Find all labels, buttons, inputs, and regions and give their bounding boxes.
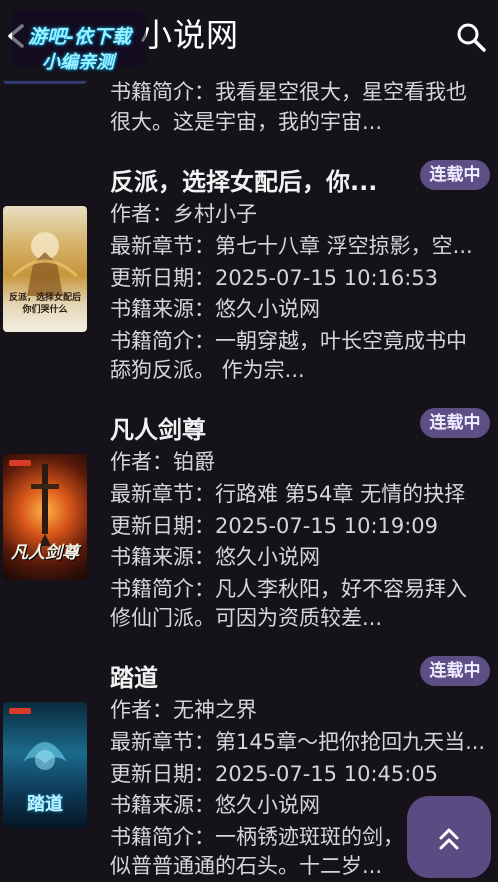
list-item[interactable]: 凡人剑尊 凡人剑尊 连载中 作者：铂爵 最新章节：行路难 第54章 无情的抉择 … bbox=[0, 398, 498, 646]
search-icon bbox=[457, 23, 486, 52]
book-title[interactable]: 反派，选择女配后，你... bbox=[110, 162, 377, 197]
top-app-bar: 小说网 游吧-依下载 小编亲测 bbox=[0, 0, 498, 80]
book-intro: 修仙门派。可因为资质较差... bbox=[110, 606, 383, 630]
book-intro: 舔狗反派。 作为宗... bbox=[110, 358, 305, 382]
book-updated: 更新日期：2025-07-15 10:19:09 bbox=[110, 514, 439, 538]
book-intro: 似普普通通的石头。十二岁... bbox=[110, 854, 383, 878]
book-cover[interactable]: 反派，选择女配后你们哭什么 bbox=[3, 206, 87, 332]
book-latest-chapter: 最新章节：第145章～把你抢回九天当... bbox=[110, 730, 486, 754]
search-button[interactable] bbox=[454, 20, 488, 54]
book-latest-chapter: 最新章节：行路难 第54章 无情的抉择 bbox=[110, 482, 466, 506]
double-chevron-up-icon bbox=[439, 828, 459, 850]
book-title[interactable]: 踏道 bbox=[110, 658, 158, 693]
scroll-top-button[interactable] bbox=[407, 796, 491, 878]
book-updated: 更新日期：2025-07-15 10:16:53 bbox=[110, 266, 439, 290]
cover-title: 反派，选择女配后你们哭什么 bbox=[8, 293, 81, 315]
cover-title: 凡人剑尊 bbox=[11, 543, 79, 563]
book-intro: 书籍简介：一柄锈迹斑斑的剑， bbox=[110, 825, 404, 849]
book-updated: 更新日期：2025-07-15 10:45:05 bbox=[110, 762, 439, 786]
book-source: 书籍来源：悠久小说网 bbox=[110, 793, 320, 817]
book-source: 书籍来源：悠久小说网 bbox=[110, 297, 320, 321]
status-badge: 连载中 bbox=[420, 160, 490, 190]
watermark-logo: 游吧-依下载 小编亲测 bbox=[12, 10, 146, 73]
book-intro: 很大。这是宇宙，我的宇宙... bbox=[110, 110, 383, 134]
book-intro: 书籍简介：凡人李秋阳，好不容易拜入 bbox=[110, 577, 467, 601]
watermark-text: 游吧-依下载 bbox=[28, 26, 131, 48]
book-author: 作者：铂爵 bbox=[110, 450, 215, 474]
book-author: 作者：乡村小子 bbox=[110, 202, 257, 226]
book-intro: 书籍简介：一朝穿越，叶长空竟成书中 bbox=[110, 329, 467, 353]
book-intro: 书籍简介：我看星空很大，星空看我也 bbox=[110, 80, 467, 104]
book-title[interactable]: 凡人剑尊 bbox=[110, 410, 206, 445]
list-item[interactable]: 反派，选择女配后你们哭什么 反派，选择女配后，你... 连载中 作者：乡村小子 … bbox=[0, 150, 498, 398]
book-cover[interactable]: 踏道 bbox=[3, 702, 87, 828]
book-author: 作者：无神之界 bbox=[110, 698, 257, 722]
book-source: 书籍来源：悠久小说网 bbox=[110, 545, 320, 569]
cover-title: 踏道 bbox=[27, 794, 63, 815]
status-badge: 连载中 bbox=[420, 656, 490, 686]
page-title: 小说网 bbox=[140, 16, 240, 54]
book-cover[interactable]: 凡人剑尊 bbox=[3, 454, 87, 580]
watermark-text: 小编亲测 bbox=[42, 52, 114, 73]
status-badge: 连载中 bbox=[420, 408, 490, 438]
book-latest-chapter: 最新章节：第七十八章 浮空掠影，空... bbox=[110, 234, 473, 258]
